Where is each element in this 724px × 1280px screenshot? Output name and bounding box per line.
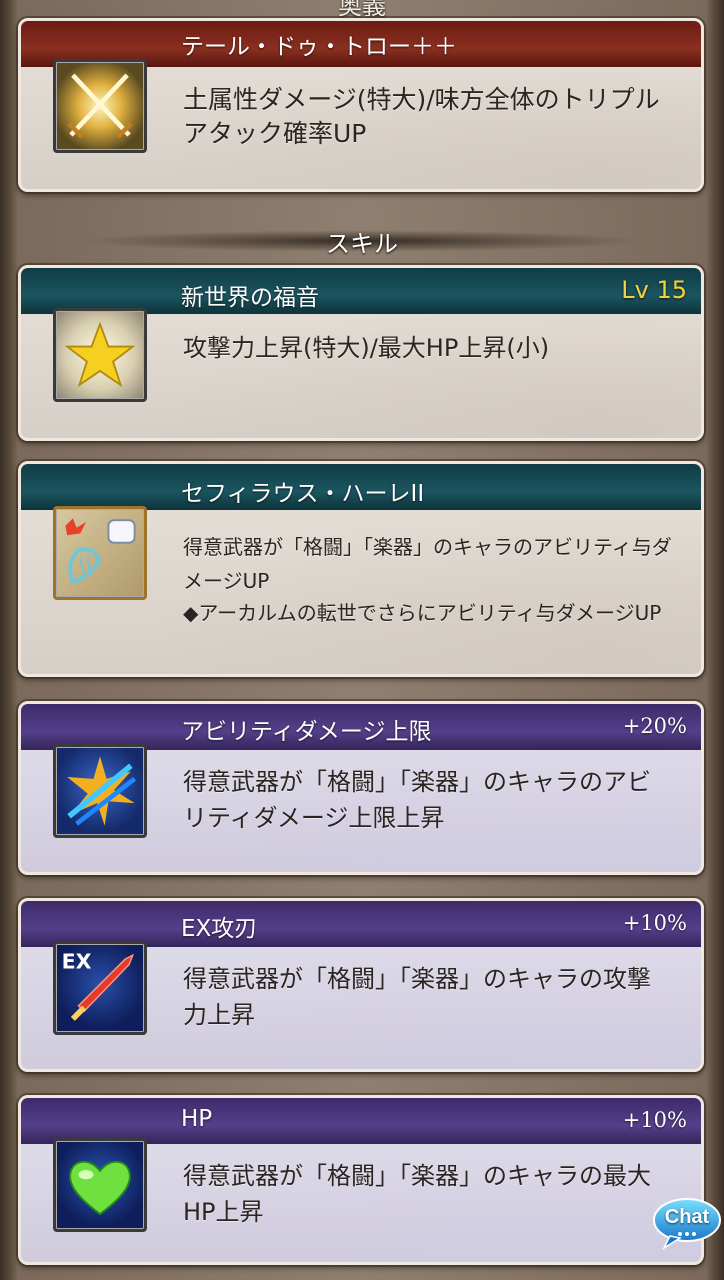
- fist-harp-icon: [53, 506, 147, 600]
- skill-card[interactable]: セフィラウス・ハーレII 得意武器が「格闘」「楽器」のキャラのアビリティ与ダメー…: [18, 461, 704, 677]
- skill-card[interactable]: 新世界の福音 Lv 15 攻撃力上昇(特大)/最大HP上昇(小): [18, 265, 704, 441]
- skill-name: セフィラウス・ハーレII: [181, 481, 425, 507]
- ex-sword-icon: EX: [53, 941, 147, 1035]
- star-icon: [53, 308, 147, 402]
- skill-description: 攻撃力上昇(特大)/最大HP上昇(小): [183, 334, 550, 362]
- ougi-description: 土属性ダメージ(特大)/味方全体のトリプルアタック確率UP: [183, 85, 660, 148]
- emp-card[interactable]: アビリティダメージ上限 +20% 得意武器が「格闘」「楽器」のキャラのアビリティ…: [18, 701, 704, 875]
- emp-value: +10%: [622, 1108, 687, 1132]
- emp-description: 得意武器が「格闘」「楽器」のキャラの最大HP上昇: [183, 1162, 651, 1226]
- emp-card[interactable]: EX攻刃 +10% EX 得意武器が「格闘」「楽器」のキャラの攻撃力上昇: [18, 898, 704, 1072]
- skill-name: 新世界の福音: [181, 285, 319, 311]
- heart-icon: [53, 1138, 147, 1232]
- emp-name: アビリティダメージ上限: [181, 719, 432, 745]
- skills-section-header: スキル: [0, 220, 724, 260]
- emp-value: +10%: [622, 911, 687, 935]
- emp-value: +20%: [622, 714, 687, 738]
- skill-header: セフィラウス・ハーレII: [21, 464, 701, 510]
- ougi-card[interactable]: テール・ドゥ・トロー＋＋ 土属性ダメージ(特大)/味方全体のトリプルアタック確率…: [18, 18, 704, 192]
- skill-level: Lv 15: [621, 276, 687, 304]
- emp-description: 得意武器が「格闘」「楽器」のキャラの攻撃力上昇: [183, 965, 651, 1029]
- skill-description-line1: 得意武器が「格闘」「楽器」のキャラのアビリティ与ダメージUP: [183, 535, 672, 593]
- emp-card[interactable]: HP +10% 得意武器が「格闘」「楽器」のキャラの最大HP上昇: [18, 1095, 704, 1265]
- emp-name: EX攻刃: [181, 916, 258, 942]
- emp-description: 得意武器が「格闘」「楽器」のキャラのアビリティダメージ上限上昇: [183, 768, 651, 832]
- emp-name: HP: [181, 1106, 213, 1132]
- svg-text:EX: EX: [62, 949, 92, 973]
- crossed-swords-icon: [53, 59, 147, 153]
- ougi-name: テール・ドゥ・トロー＋＋: [181, 34, 457, 60]
- ability-cap-icon: [53, 744, 147, 838]
- chat-button[interactable]: Chat: [652, 1196, 722, 1251]
- skill-description-line2: ◆アーカルムの転世でさらにアビリティ与ダメージUP: [183, 601, 662, 625]
- chat-label: Chat: [664, 1206, 710, 1228]
- section-title-skills: スキル: [326, 230, 398, 258]
